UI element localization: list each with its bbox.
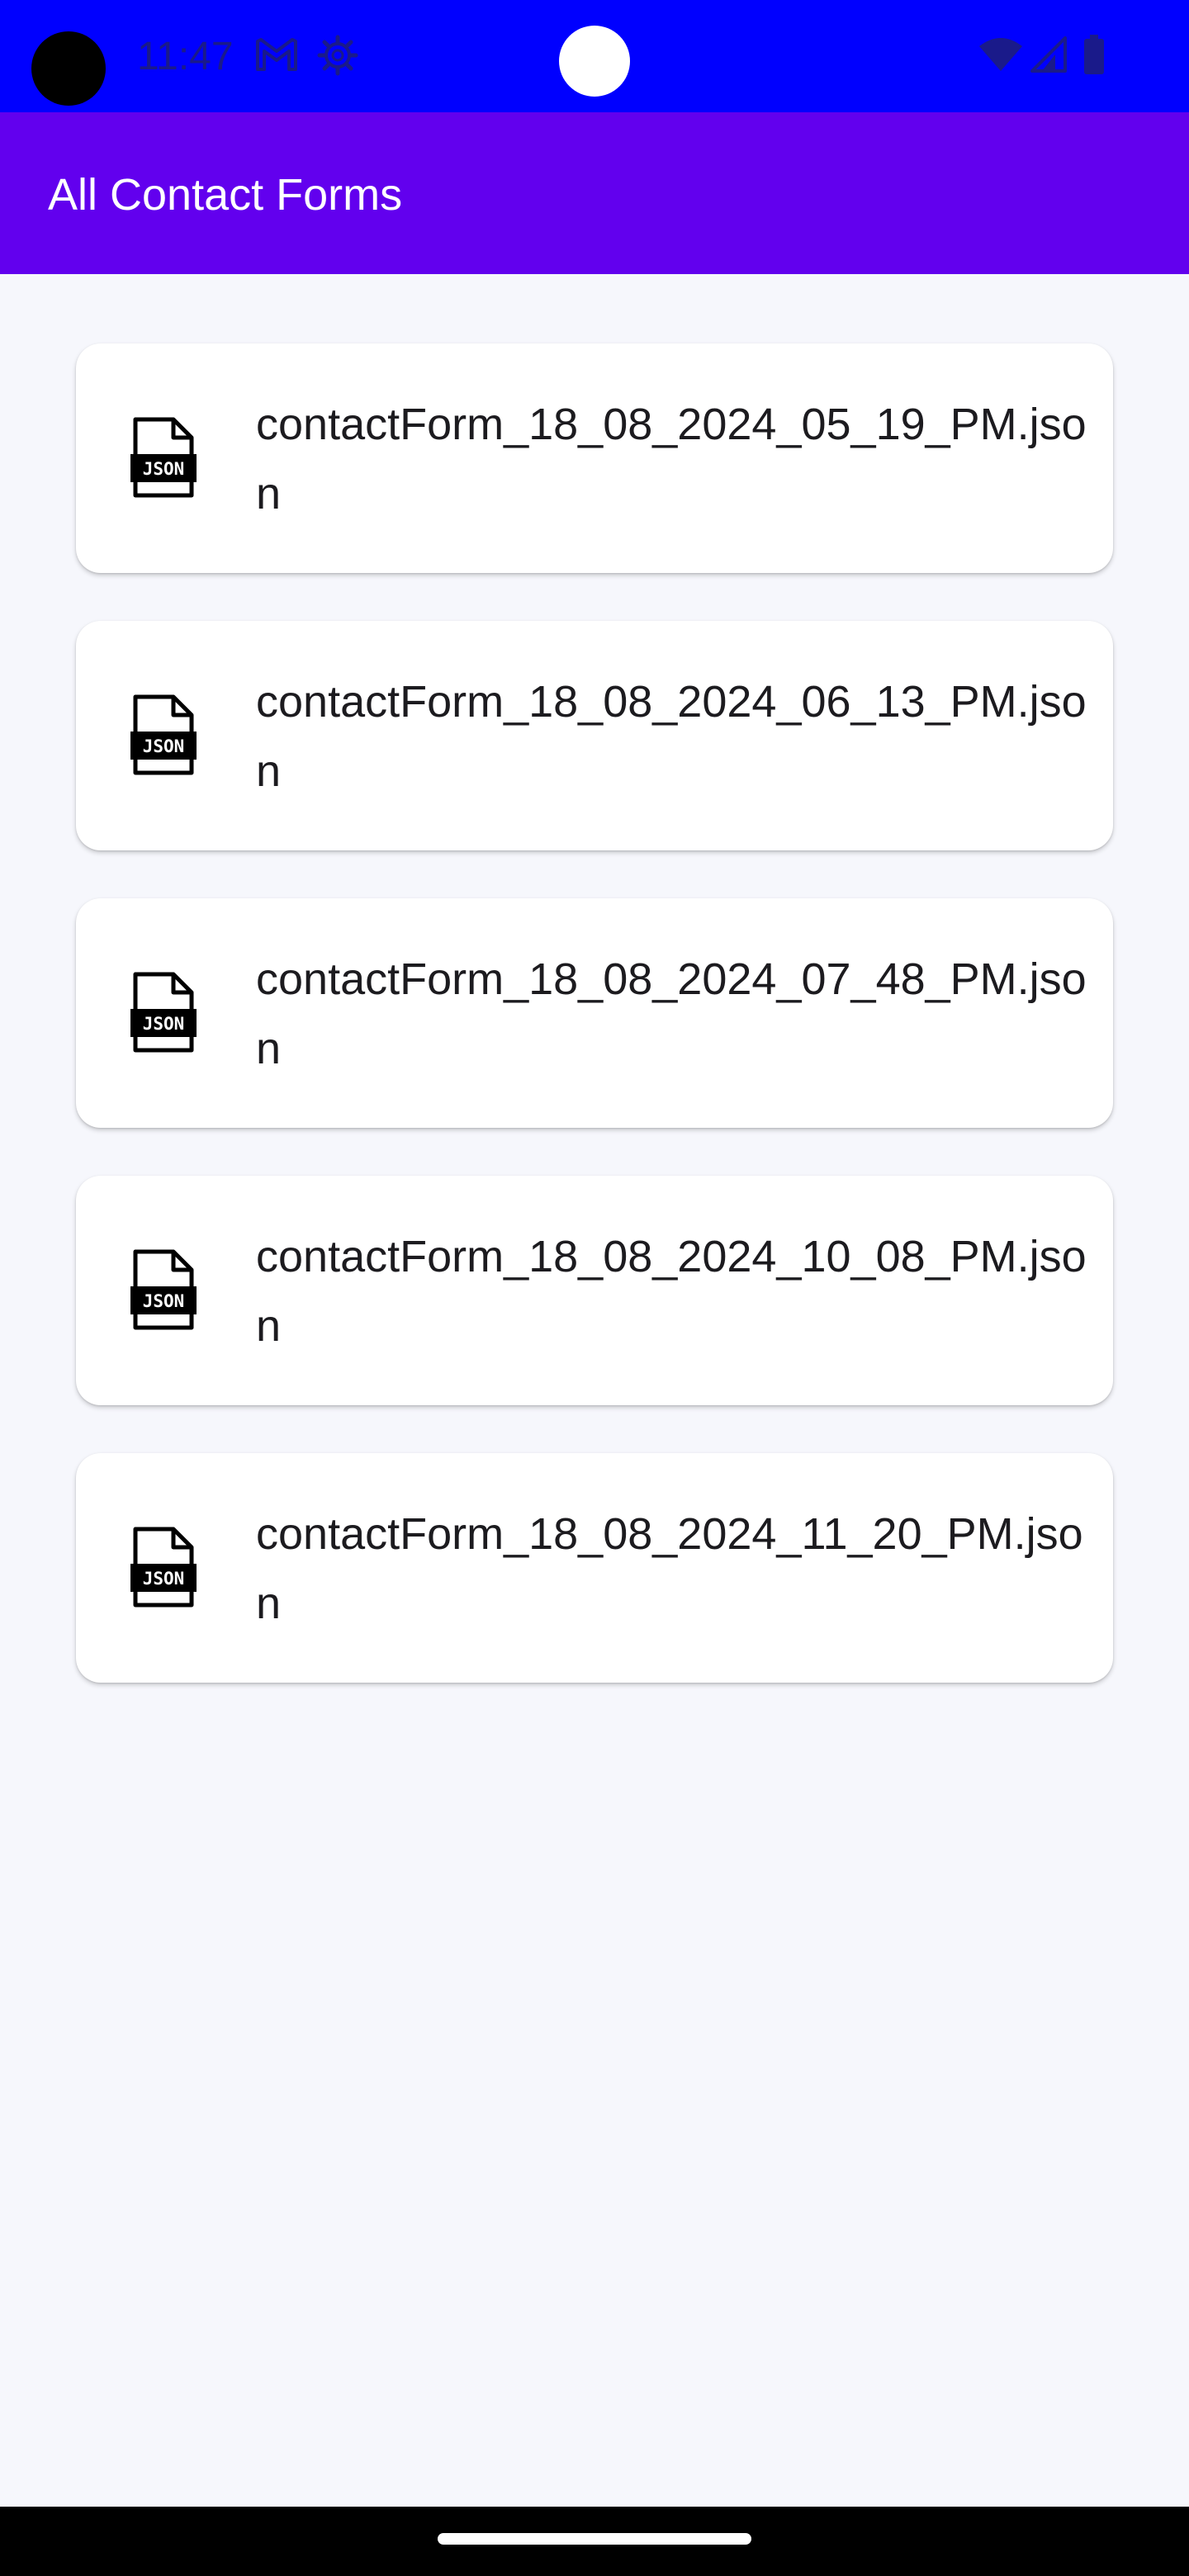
wifi-icon [979, 38, 1022, 71]
file-name: contactForm_18_08_2024_07_48_PM.json [256, 954, 1087, 1073]
front-camera [559, 26, 630, 97]
json-file-icon: JSON [130, 972, 197, 1053]
status-bar: 11:47 [0, 0, 1189, 112]
contact-form-list: JSON contactForm_18_08_2024_05_19_PM.jso… [76, 343, 1113, 1731]
file-card[interactable]: JSON contactForm_18_08_2024_06_13_PM.jso… [76, 621, 1113, 850]
file-name: contactForm_18_08_2024_10_08_PM.json [256, 1232, 1087, 1351]
json-file-icon: JSON [130, 694, 197, 775]
signal-icon [1030, 36, 1067, 73]
file-card[interactable]: JSON contactForm_18_08_2024_10_08_PM.jso… [76, 1176, 1113, 1405]
svg-text:JSON: JSON [143, 736, 185, 756]
home-indicator[interactable] [438, 2533, 751, 2545]
file-card[interactable]: JSON contactForm_18_08_2024_07_48_PM.jso… [76, 898, 1113, 1128]
file-name: contactForm_18_08_2024_11_20_PM.json [256, 1509, 1083, 1628]
page-title: All Contact Forms [48, 170, 403, 220]
json-file-icon: JSON [130, 1527, 197, 1608]
json-file-icon: JSON [130, 1249, 197, 1330]
file-name: contactForm_18_08_2024_06_13_PM.json [256, 677, 1087, 796]
gmail-icon [256, 38, 297, 71]
svg-text:JSON: JSON [143, 1014, 185, 1034]
battery-icon [1084, 35, 1104, 74]
file-card[interactable]: JSON contactForm_18_08_2024_05_19_PM.jso… [76, 343, 1113, 573]
file-name: contactForm_18_08_2024_05_19_PM.json [256, 400, 1087, 519]
svg-text:JSON: JSON [143, 1291, 185, 1311]
navigation-bar [0, 2507, 1189, 2576]
json-file-icon: JSON [130, 417, 197, 498]
svg-text:JSON: JSON [143, 459, 185, 479]
app-bar: All Contact Forms [0, 112, 1189, 274]
settings-icon [317, 35, 358, 76]
file-card[interactable]: JSON contactForm_18_08_2024_11_20_PM.jso… [76, 1453, 1113, 1683]
svg-text:JSON: JSON [143, 1569, 185, 1589]
status-time: 11:47 [137, 35, 234, 78]
camera-cutout [31, 31, 106, 106]
